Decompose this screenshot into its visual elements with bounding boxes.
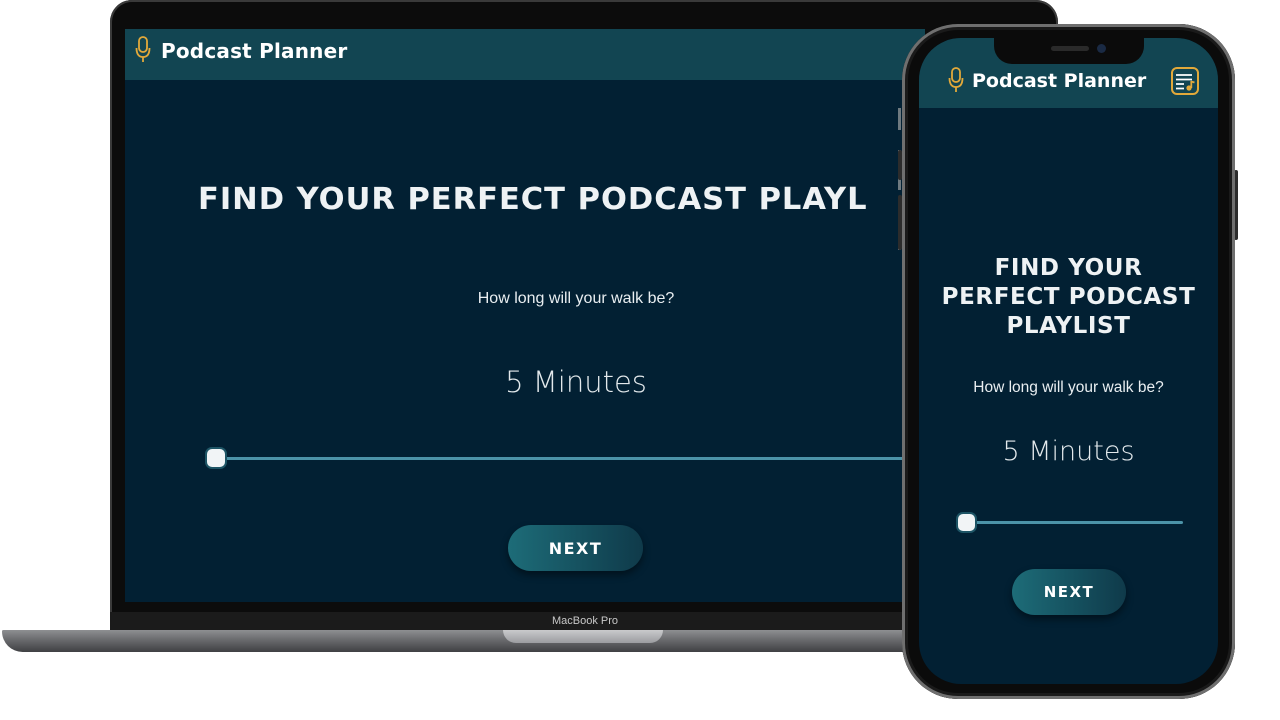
app-brand[interactable]: Podcast Planner [161,39,347,63]
device-label: MacBook Pro [551,615,619,627]
app-brand[interactable]: Podcast Planner [972,70,1146,92]
phone-camera [1097,44,1106,53]
playlist-music-icon [1176,74,1195,91]
walk-length-question: How long will your walk be? [477,290,675,307]
walk-length-question: How long will your walk be? [973,379,1164,396]
duration-slider-thumb[interactable] [207,449,225,467]
page-title-line: PERFECT PODCAST [941,284,1196,310]
playlist-menu-button[interactable] [1171,67,1199,95]
duration-slider-thumb[interactable] [958,514,975,531]
microphone-icon [948,67,964,92]
page-title-line: FIND YOUR [994,255,1143,281]
duration-value: 5 Minutes [505,365,647,399]
microphone-icon [135,36,151,62]
phone-screen: Podcast Planner FIND YOUR PERFECT PODCAS… [919,38,1218,684]
page-title: FIND YOUR PERFECT PODCAST PLAYLIST [919,254,1218,341]
app-header: Podcast Planner [125,29,925,80]
phone-notch [994,38,1144,64]
laptop-opening-notch [503,630,663,643]
duration-slider-track[interactable] [969,521,1183,524]
next-button[interactable]: NEXT [508,525,643,571]
laptop-screen: Podcast Planner FIND YOUR PERFECT PODCAS… [125,29,925,602]
duration-value: 5 Minutes [1002,436,1135,467]
page-title-line: PLAYLIST [1006,313,1131,339]
page-title: FIND YOUR PERFECT PODCAST PLAYL [198,182,868,217]
duration-slider-track[interactable] [217,457,925,460]
next-button[interactable]: NEXT [1012,569,1126,615]
phone-speaker [1051,46,1089,51]
